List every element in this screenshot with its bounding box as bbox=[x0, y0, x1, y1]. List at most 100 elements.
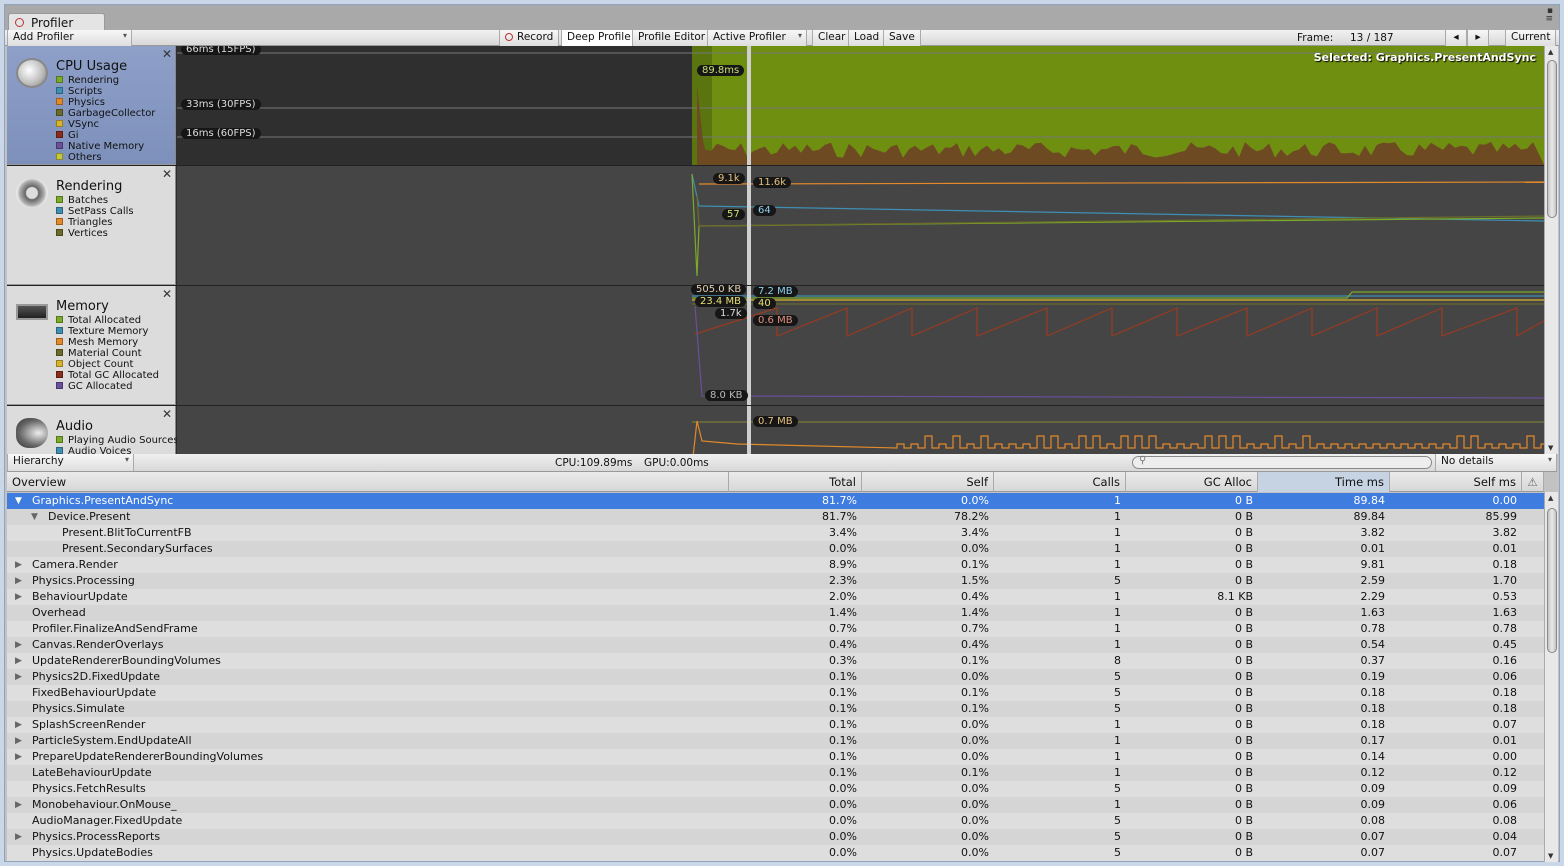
table-row[interactable]: ▶ SplashScreenRender 0.1% 0.0% 1 0 B 0.18 0.07 bbox=[7, 717, 1544, 733]
collapsed-arrow-icon[interactable]: ▶ bbox=[15, 573, 22, 589]
table-row[interactable]: ▶ Physics2D.FixedUpdate 0.1% 0.0% 5 0 B 0.19 0.… bbox=[7, 669, 1544, 685]
collapsed-arrow-icon[interactable]: ▶ bbox=[15, 653, 22, 669]
column-header-gc-alloc[interactable]: GC Alloc bbox=[1126, 472, 1258, 492]
table-row[interactable]: ▶ Physics.Processing 2.3% 1.5% 5 0 B 2.59 1.70 bbox=[7, 573, 1544, 589]
legend-item[interactable]: GarbageCollector bbox=[56, 108, 155, 119]
collapsed-arrow-icon[interactable]: ▶ bbox=[15, 749, 22, 765]
expanded-arrow-icon[interactable]: ▼ bbox=[31, 509, 38, 525]
table-row[interactable]: ▼ Device.Present 81.7% 78.2% 1 0 B 89.84 85.99 bbox=[7, 509, 1544, 525]
table-scrollbar[interactable]: ▲ ▼ bbox=[1544, 492, 1558, 862]
module-graph[interactable]: 505.0 KB 23.4 MB 1.7k 8.0 KB 7.2 MB 40 0.6 MB bbox=[177, 284, 1544, 405]
table-row[interactable]: ▶ PrepareUpdateRendererBoundingVolumes 0.1… bbox=[7, 749, 1544, 765]
legend-item[interactable]: Others bbox=[56, 152, 155, 163]
collapsed-arrow-icon[interactable]: ▶ bbox=[15, 733, 22, 749]
table-row[interactable]: ▶ BehaviourUpdate 2.0% 0.4% 1 8.1 KB 2.29 0.53 bbox=[7, 589, 1544, 605]
table-row[interactable]: Present.SecondarySurfaces 0.0% 0.0% 1 0 B 0.0… bbox=[7, 541, 1544, 557]
deep-profile-button[interactable]: Deep Profile bbox=[561, 30, 637, 46]
module-legend-panel[interactable]: Rendering ✕ Batches SetPass Calls Triangles V… bbox=[7, 166, 176, 285]
module-legend-panel[interactable]: Audio ✕ Playing Audio Sources Audio Voices bbox=[7, 406, 179, 454]
details-dropdown[interactable]: No details bbox=[1435, 454, 1557, 471]
table-row[interactable]: Present.BlitToCurrentFB 3.4% 3.4% 1 0 B 3.82 3… bbox=[7, 525, 1544, 541]
table-row[interactable]: Physics.Simulate 0.1% 0.1% 5 0 B 0.18 0.18 bbox=[7, 701, 1544, 717]
modules-scrollbar[interactable]: ▲ ▼ bbox=[1544, 46, 1558, 454]
table-row[interactable]: LateBehaviourUpdate 0.1% 0.1% 1 0 B 0.12 0.12 bbox=[7, 765, 1544, 781]
close-module-icon[interactable]: ✕ bbox=[162, 407, 172, 421]
prev-frame-button[interactable]: ◂ bbox=[1445, 30, 1467, 46]
close-module-icon[interactable]: ✕ bbox=[162, 287, 172, 301]
legend-item[interactable]: Playing Audio Sources bbox=[56, 435, 179, 446]
legend-item[interactable]: Triangles bbox=[56, 217, 134, 228]
current-frame-button[interactable]: Current bbox=[1505, 30, 1557, 46]
legend-item[interactable]: Native Memory bbox=[56, 141, 155, 152]
clear-button[interactable]: Clear bbox=[812, 30, 852, 46]
load-button[interactable]: Load bbox=[848, 30, 886, 46]
collapsed-arrow-icon[interactable]: ▶ bbox=[15, 829, 22, 845]
save-button[interactable]: Save bbox=[883, 30, 921, 46]
table-row[interactable]: ▶ ParticleSystem.EndUpdateAll 0.1% 0.0% 1 0 B… bbox=[7, 733, 1544, 749]
module-cpu-usage[interactable]: CPU Usage ✕ Rendering Scripts Physics Garbage… bbox=[7, 46, 1544, 166]
active-profiler-dropdown[interactable]: Active Profiler bbox=[707, 30, 807, 46]
module-memory[interactable]: Memory ✕ Total Allocated Texture Memory Mesh… bbox=[7, 284, 1544, 406]
legend-item[interactable]: Total GC Allocated bbox=[56, 370, 159, 381]
legend-item[interactable]: VSync bbox=[56, 119, 155, 130]
table-row[interactable]: AudioManager.FixedUpdate 0.0% 0.0% 5 0 B 0.08… bbox=[7, 813, 1544, 829]
add-profiler-dropdown[interactable]: Add Profiler bbox=[7, 30, 132, 46]
table-row[interactable]: ▶ Monobehaviour.OnMouse_ 0.0% 0.0% 1 0 B 0.09 0… bbox=[7, 797, 1544, 813]
module-graph[interactable]: 0.7 MB bbox=[177, 406, 1544, 454]
column-header-calls[interactable]: Calls bbox=[994, 472, 1126, 492]
legend-item[interactable]: Gi bbox=[56, 130, 155, 141]
collapsed-arrow-icon[interactable]: ▶ bbox=[15, 669, 22, 685]
close-module-icon[interactable]: ✕ bbox=[162, 47, 172, 61]
collapsed-arrow-icon[interactable]: ▶ bbox=[15, 637, 22, 653]
table-row[interactable]: Physics.UpdateBodies 0.0% 0.0% 5 0 B 0.07 0.07 bbox=[7, 845, 1544, 861]
legend-item[interactable]: Material Count bbox=[56, 348, 159, 359]
tab-profiler[interactable]: Profiler bbox=[8, 13, 105, 31]
table-row[interactable]: ▶ Camera.Render 8.9% 0.1% 1 0 B 9.81 0.18 bbox=[7, 557, 1544, 573]
scrollbar-thumb[interactable] bbox=[1547, 60, 1557, 218]
warning-icon[interactable]: ⚠ bbox=[1522, 472, 1544, 492]
table-row[interactable]: Overhead 1.4% 1.4% 1 0 B 1.63 1.63 bbox=[7, 605, 1544, 621]
column-header-overview[interactable]: Overview bbox=[7, 472, 729, 492]
legend-item[interactable]: Total Allocated bbox=[56, 315, 159, 326]
close-module-icon[interactable]: ✕ bbox=[162, 167, 172, 181]
legend-item[interactable]: SetPass Calls bbox=[56, 206, 134, 217]
legend-item[interactable]: Object Count bbox=[56, 359, 159, 370]
scrollbar-thumb[interactable] bbox=[1547, 508, 1557, 653]
legend-item[interactable]: Mesh Memory bbox=[56, 337, 159, 348]
profile-editor-button[interactable]: Profile Editor bbox=[632, 30, 712, 46]
window-menu-icon[interactable]: ▪ ≡ bbox=[1545, 7, 1553, 24]
column-header-time-ms[interactable]: Time ms bbox=[1258, 472, 1390, 492]
table-row[interactable]: FixedBehaviourUpdate 0.1% 0.1% 5 0 B 0.18 0.18 bbox=[7, 685, 1544, 701]
table-row[interactable]: ▶ Physics.ProcessReports 0.0% 0.0% 5 0 B 0.07 0… bbox=[7, 829, 1544, 845]
table-row[interactable]: ▼ Graphics.PresentAndSync 81.7% 0.0% 1 0 B 89.… bbox=[7, 493, 1544, 509]
table-row[interactable]: ▶ Canvas.RenderOverlays 0.4% 0.4% 1 0 B 0.54 0.… bbox=[7, 637, 1544, 653]
record-button[interactable]: Record bbox=[499, 30, 560, 46]
legend-item[interactable]: Batches bbox=[56, 195, 134, 206]
collapsed-arrow-icon[interactable]: ▶ bbox=[15, 797, 22, 813]
collapsed-arrow-icon[interactable]: ▶ bbox=[15, 557, 22, 573]
legend-item[interactable]: Scripts bbox=[56, 86, 155, 97]
module-legend-panel[interactable]: CPU Usage ✕ Rendering Scripts Physics Garbage… bbox=[7, 46, 176, 165]
module-audio[interactable]: Audio ✕ Playing Audio Sources Audio Voices 0… bbox=[7, 406, 1544, 454]
module-graph[interactable]: 9.1k 57 11.6k 64 bbox=[177, 166, 1544, 285]
column-header-total[interactable]: Total bbox=[729, 472, 862, 492]
module-legend-panel[interactable]: Memory ✕ Total Allocated Texture Memory Mesh… bbox=[7, 286, 176, 405]
legend-item[interactable]: Texture Memory bbox=[56, 326, 159, 337]
legend-item[interactable]: GC Allocated bbox=[56, 381, 159, 392]
table-row[interactable]: Physics.FetchResults 0.0% 0.0% 5 0 B 0.09 0.09 bbox=[7, 781, 1544, 797]
legend-item[interactable]: Audio Voices bbox=[56, 446, 179, 454]
table-row[interactable]: Profiler.FinalizeAndSendFrame 0.7% 0.7% 1 0 … bbox=[7, 621, 1544, 637]
module-rendering[interactable]: Rendering ✕ Batches SetPass Calls Triangles V… bbox=[7, 166, 1544, 286]
module-graph[interactable]: 66ms (15FPS) 33ms (30FPS) 16ms (60FPS) 89.8… bbox=[177, 46, 1544, 165]
expanded-arrow-icon[interactable]: ▼ bbox=[15, 493, 22, 509]
column-header-self[interactable]: Self bbox=[862, 472, 994, 492]
legend-item[interactable]: Vertices bbox=[56, 228, 134, 239]
table-row[interactable]: ▶ UpdateRendererBoundingVolumes 0.3% 0.1% 8 0… bbox=[7, 653, 1544, 669]
legend-item[interactable]: Physics bbox=[56, 97, 155, 108]
view-dropdown[interactable]: Hierarchy bbox=[7, 454, 134, 471]
next-frame-button[interactable]: ▸ bbox=[1467, 30, 1489, 46]
search-input[interactable]: ⚲ bbox=[1132, 455, 1432, 469]
legend-item[interactable]: Rendering bbox=[56, 75, 155, 86]
collapsed-arrow-icon[interactable]: ▶ bbox=[15, 589, 22, 605]
collapsed-arrow-icon[interactable]: ▶ bbox=[15, 717, 22, 733]
